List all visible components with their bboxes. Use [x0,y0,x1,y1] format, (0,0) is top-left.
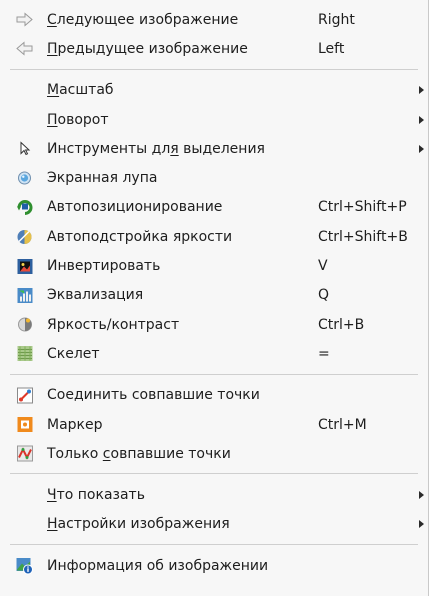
prev-image-item[interactable]: Предыдущее изображение Left [0,34,428,63]
menu-item-label: Соединить совпавшие точки [47,387,260,404]
shortcut-label: Ctrl+B [318,316,365,333]
submenu-arrow-icon [419,144,424,153]
invert-icon [16,258,33,275]
invert-item[interactable]: Инвертировать V [0,251,428,280]
auto-position-icon [16,199,33,216]
zoom-item[interactable]: Масштаб [0,76,428,105]
menu-item-label: Инвертировать [47,258,161,275]
context-menu: Следующее изображение Right Предыдущее изо… [0,0,429,596]
submenu-arrow-icon [419,115,424,124]
menu-separator [0,369,428,381]
brightness-contrast-icon [16,316,33,333]
submenu-arrow-icon [419,491,424,500]
rotate-item[interactable]: Поворот [0,105,428,134]
equalize-item[interactable]: Эквализация Q [0,281,428,310]
arrow-right-outline-icon [16,11,33,28]
shortcut-label: Ctrl+M [318,416,367,433]
shortcut-label: Left [318,40,345,57]
equalize-icon [16,287,33,304]
selection-tools-item[interactable]: Инструменты для выделения [0,134,428,163]
skeleton-item[interactable]: Скелет = [0,339,428,368]
brightness-contrast-item[interactable]: Яркость/контраст Ctrl+B [0,310,428,339]
menu-separator [0,64,428,76]
menu-item-label: Яркость/контраст [47,316,180,333]
shortcut-label: V [318,258,328,275]
image-settings-item[interactable]: Настройки изображения [0,510,428,539]
menu-item-label: Следующее изображение [47,11,239,28]
menu-item-label: Инструменты для выделения [47,140,265,157]
cursor-icon [16,140,33,157]
menu-item-label: Только совпавшие точки [47,445,231,462]
connect-matched-points-item[interactable]: Соединить совпавшие точки [0,381,428,410]
what-to-show-item[interactable]: Что показать [0,480,428,509]
menu-item-label: Настройки изображения [47,516,230,533]
menu-item-label: Информация об изображении [47,557,269,574]
menu-item-label: Масштаб [47,82,114,99]
connect-points-icon [16,387,33,404]
image-info-item[interactable]: Информация об изображении [0,551,428,580]
auto-brightness-item[interactable]: Автоподстройка яркости Ctrl+Shift+B [0,222,428,251]
shortcut-label: Right [318,11,355,28]
menu-item-label: Экранная лупа [47,170,158,187]
magnifier-icon [16,170,33,187]
shortcut-label: Q [318,287,330,304]
shortcut-label: = [318,345,330,362]
menu-item-label: Поворот [47,111,109,128]
auto-brightness-icon [16,228,33,245]
menu-item-label: Предыдущее изображение [47,40,248,57]
matched-points-icon [16,445,33,462]
submenu-arrow-icon [419,86,424,95]
only-matched-points-item[interactable]: Только совпавшие точки [0,439,428,468]
menu-item-label: Автопозиционирование [47,199,223,216]
shortcut-label: Ctrl+Shift+B [318,228,408,245]
next-image-item[interactable]: Следующее изображение Right [0,5,428,34]
submenu-arrow-icon [419,520,424,529]
image-info-icon [16,557,33,575]
marker-icon [16,416,33,433]
menu-item-label: Автоподстройка яркости [47,228,233,245]
skeleton-icon [16,345,33,362]
auto-position-item[interactable]: Автопозиционирование Ctrl+Shift+P [0,193,428,222]
menu-separator [0,539,428,551]
menu-item-label: Эквализация [47,287,144,304]
menu-item-label: Что показать [47,487,145,504]
shortcut-label: Ctrl+Shift+P [318,199,407,216]
magnifier-item[interactable]: Экранная лупа [0,163,428,192]
menu-item-label: Скелет [47,345,100,362]
menu-item-label: Маркер [47,416,103,433]
menu-separator [0,468,428,480]
arrow-left-outline-icon [16,40,33,57]
marker-item[interactable]: Маркер Ctrl+M [0,410,428,439]
